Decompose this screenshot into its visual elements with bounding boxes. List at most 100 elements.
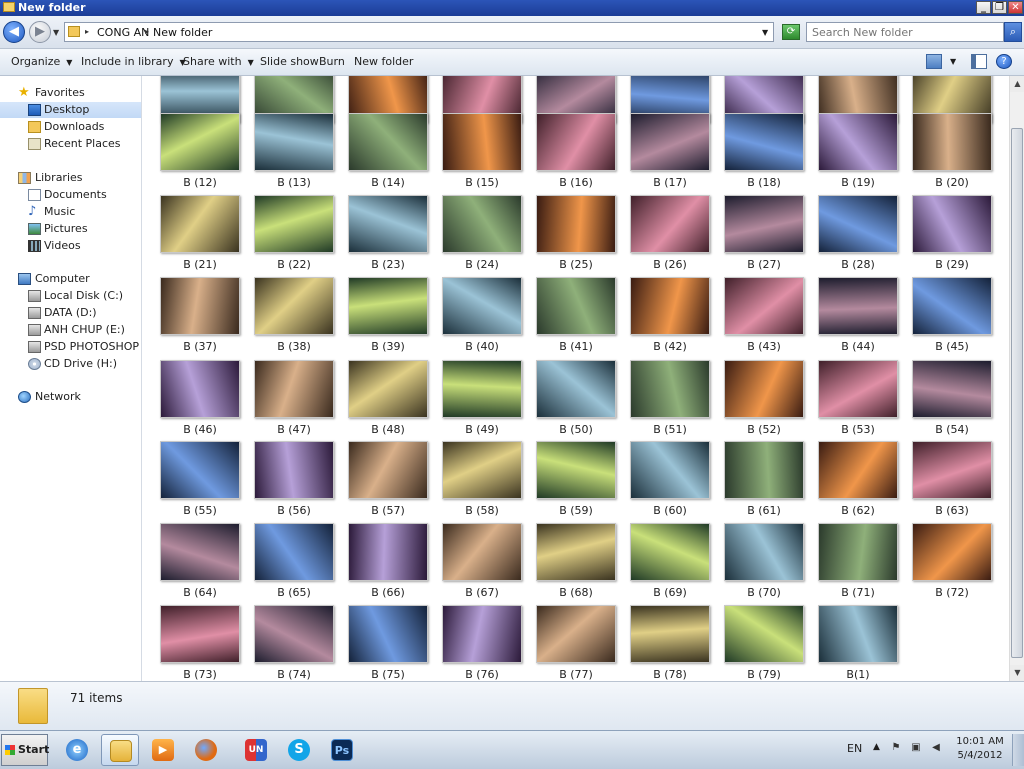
image-thumbnail[interactable] bbox=[724, 360, 804, 418]
nav-documents[interactable]: Documents bbox=[0, 187, 141, 203]
image-thumbnail[interactable] bbox=[630, 523, 710, 581]
file-name-label[interactable]: B (68) bbox=[529, 586, 623, 599]
image-thumbnail[interactable] bbox=[912, 195, 992, 253]
file-name-label[interactable]: B (54) bbox=[905, 423, 999, 436]
file-name-label[interactable]: B (55) bbox=[153, 504, 247, 517]
view-options-dropdown-icon[interactable]: ▼ bbox=[950, 57, 956, 66]
file-name-label[interactable]: B (66) bbox=[341, 586, 435, 599]
nav-local-disk-c[interactable]: Local Disk (C:) bbox=[0, 288, 141, 304]
image-thumbnail[interactable] bbox=[536, 195, 616, 253]
nav-music[interactable]: ♪ Music bbox=[0, 204, 141, 220]
search-input[interactable] bbox=[806, 22, 1004, 42]
file-name-label[interactable]: B (22) bbox=[247, 258, 341, 271]
language-indicator[interactable]: EN bbox=[847, 742, 862, 755]
file-name-label[interactable]: B (37) bbox=[153, 340, 247, 353]
show-desktop-button[interactable] bbox=[1012, 734, 1024, 766]
windows-explorer-app[interactable] bbox=[101, 734, 139, 766]
volume-icon[interactable]: ◀ bbox=[930, 742, 942, 754]
nav-desktop[interactable]: Desktop bbox=[0, 102, 141, 118]
image-thumbnail[interactable] bbox=[160, 113, 240, 171]
breadcrumb-cong-an[interactable]: CONG AN bbox=[97, 26, 149, 39]
scroll-down-icon[interactable]: ▼ bbox=[1010, 665, 1024, 681]
file-name-label[interactable]: B (79) bbox=[717, 668, 811, 681]
media-player-app[interactable]: ▶ bbox=[144, 734, 182, 766]
scroll-up-icon[interactable]: ▲ bbox=[1010, 76, 1024, 92]
organize-button[interactable]: Organize ▼ bbox=[11, 55, 72, 68]
file-name-label[interactable]: B (52) bbox=[717, 423, 811, 436]
unikey-app[interactable]: UN bbox=[237, 734, 275, 766]
file-name-label[interactable]: B (69) bbox=[623, 586, 717, 599]
file-name-label[interactable]: B(1) bbox=[811, 668, 905, 681]
search-icon[interactable]: ⌕ bbox=[1004, 22, 1022, 42]
include-in-library-button[interactable]: Include in library ▼ bbox=[81, 55, 186, 68]
file-name-label[interactable]: B (62) bbox=[811, 504, 905, 517]
file-name-label[interactable]: B (59) bbox=[529, 504, 623, 517]
file-name-label[interactable]: B (76) bbox=[435, 668, 529, 681]
file-name-label[interactable]: B (40) bbox=[435, 340, 529, 353]
file-name-label[interactable]: B (67) bbox=[435, 586, 529, 599]
nav-cd-drive-h[interactable]: CD Drive (H:) bbox=[0, 356, 141, 372]
image-thumbnail[interactable] bbox=[348, 277, 428, 335]
file-name-label[interactable]: B (43) bbox=[717, 340, 811, 353]
show-hidden-icons-icon[interactable]: ▲ bbox=[873, 742, 880, 752]
file-name-label[interactable]: B (47) bbox=[247, 423, 341, 436]
image-thumbnail[interactable] bbox=[818, 441, 898, 499]
change-view-icon[interactable] bbox=[926, 54, 942, 69]
image-thumbnail[interactable] bbox=[442, 360, 522, 418]
image-thumbnail[interactable] bbox=[254, 277, 334, 335]
file-name-label[interactable]: B (77) bbox=[529, 668, 623, 681]
image-thumbnail[interactable] bbox=[160, 523, 240, 581]
help-icon[interactable]: ? bbox=[996, 54, 1012, 69]
image-thumbnail[interactable] bbox=[442, 441, 522, 499]
file-name-label[interactable]: B (14) bbox=[341, 176, 435, 189]
nav-data-d[interactable]: DATA (D:) bbox=[0, 305, 141, 321]
close-button[interactable]: ✕ bbox=[1008, 1, 1023, 14]
file-name-label[interactable]: B (26) bbox=[623, 258, 717, 271]
file-name-label[interactable]: B (51) bbox=[623, 423, 717, 436]
image-thumbnail[interactable] bbox=[912, 360, 992, 418]
network-tray-icon[interactable]: ▣ bbox=[910, 742, 922, 754]
action-center-flag-icon[interactable]: ⚑ bbox=[890, 742, 902, 754]
image-thumbnail[interactable] bbox=[160, 195, 240, 253]
image-thumbnail[interactable] bbox=[442, 605, 522, 663]
file-name-label[interactable]: B (17) bbox=[623, 176, 717, 189]
nav-libraries[interactable]: Libraries bbox=[0, 170, 141, 186]
file-name-label[interactable]: B (27) bbox=[717, 258, 811, 271]
nav-videos[interactable]: Videos bbox=[0, 238, 141, 254]
file-name-label[interactable]: B (53) bbox=[811, 423, 905, 436]
image-thumbnail[interactable] bbox=[254, 523, 334, 581]
image-thumbnail[interactable] bbox=[442, 113, 522, 171]
image-thumbnail[interactable] bbox=[536, 360, 616, 418]
file-name-label[interactable]: B (16) bbox=[529, 176, 623, 189]
clock[interactable]: 10:01 AM 5/4/2012 bbox=[952, 735, 1008, 763]
image-thumbnail[interactable] bbox=[912, 277, 992, 335]
slide-show-button[interactable]: Slide show bbox=[260, 55, 319, 68]
address-dropdown-icon[interactable]: ▼ bbox=[762, 28, 768, 37]
file-name-label[interactable]: B (20) bbox=[905, 176, 999, 189]
nav-psd-photoshop-f[interactable]: PSD PHOTOSHOP (F:) bbox=[0, 339, 160, 355]
file-name-label[interactable]: B (15) bbox=[435, 176, 529, 189]
image-thumbnail[interactable] bbox=[630, 441, 710, 499]
breadcrumb-separator-icon[interactable]: ▸ bbox=[85, 27, 89, 36]
file-name-label[interactable]: B (29) bbox=[905, 258, 999, 271]
file-name-label[interactable]: B (25) bbox=[529, 258, 623, 271]
file-name-label[interactable]: B (61) bbox=[717, 504, 811, 517]
image-thumbnail[interactable] bbox=[818, 523, 898, 581]
file-name-label[interactable]: B (70) bbox=[717, 586, 811, 599]
recent-pages-dropdown-icon[interactable]: ▼ bbox=[53, 28, 59, 37]
image-thumbnail[interactable] bbox=[348, 195, 428, 253]
nav-computer[interactable]: Computer bbox=[0, 271, 141, 287]
file-name-label[interactable]: B (19) bbox=[811, 176, 905, 189]
image-thumbnail[interactable] bbox=[630, 605, 710, 663]
image-thumbnail[interactable] bbox=[536, 441, 616, 499]
nav-anh-chup-e[interactable]: ANH CHUP (E:) bbox=[0, 322, 141, 338]
nav-favorites[interactable]: ★ Favorites bbox=[0, 85, 141, 101]
image-thumbnail[interactable] bbox=[630, 195, 710, 253]
image-thumbnail[interactable] bbox=[536, 113, 616, 171]
restore-button[interactable]: ❐ bbox=[992, 1, 1007, 14]
refresh-button[interactable]: ⟳ bbox=[782, 24, 800, 40]
file-name-label[interactable]: B (38) bbox=[247, 340, 341, 353]
image-thumbnail[interactable] bbox=[536, 277, 616, 335]
image-thumbnail[interactable] bbox=[724, 195, 804, 253]
file-name-label[interactable]: B (13) bbox=[247, 176, 341, 189]
